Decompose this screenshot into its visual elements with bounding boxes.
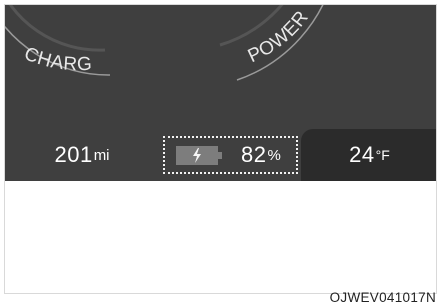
battery-percentage: 82 %	[241, 138, 281, 172]
battery-status-highlight: 82 %	[163, 136, 298, 174]
outside-temperature-readout: 24 °F	[301, 129, 436, 181]
range-value: 201	[54, 142, 93, 167]
temperature-unit: °F	[375, 147, 390, 163]
battery-percent-unit: %	[267, 146, 281, 164]
battery-percent-value: 82	[241, 142, 267, 167]
driving-range-readout: 201 mi	[5, 129, 159, 181]
charge-gauge-inner-arc	[8, 5, 106, 52]
range-unit: mi	[93, 146, 110, 164]
charging-bolt-icon	[193, 148, 201, 163]
battery-icon	[176, 146, 222, 165]
instrument-cluster: CHARGE POWER 201 mi 82 % 24 °F	[5, 5, 436, 181]
figure-code: OJWEV041017N	[329, 290, 436, 305]
figure-frame: CHARGE POWER 201 mi 82 % 24 °F	[4, 4, 437, 294]
temperature-value: 24	[349, 142, 375, 167]
